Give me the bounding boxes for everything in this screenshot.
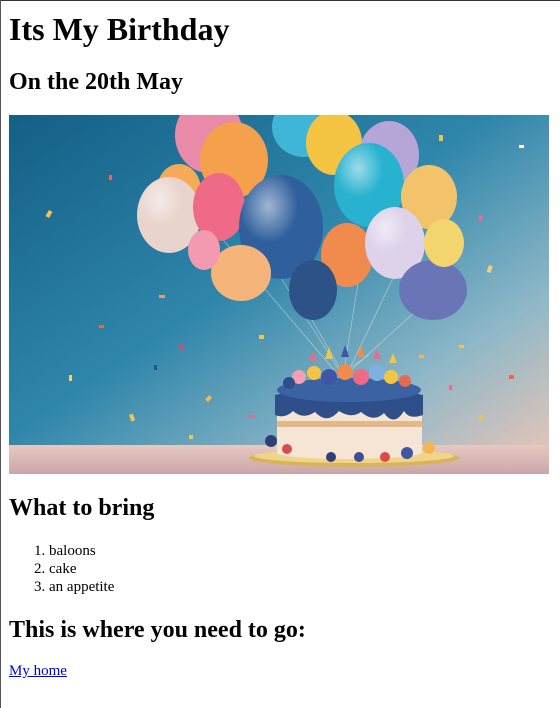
location-heading: This is where you need to go: [9,617,306,643]
window-left-border [0,0,1,708]
list-item: an appetite [49,578,114,596]
window-top-border [0,0,560,1]
my-home-link[interactable]: My home [9,663,67,680]
birthday-cake-balloons-image [9,115,549,474]
what-to-bring-heading: What to bring [9,495,155,521]
list-item: baloons [49,542,114,560]
event-date-heading: On the 20th May [9,69,183,95]
page-title: Its My Birthday [9,11,230,47]
list-item: cake [49,560,114,578]
bring-list: baloons cake an appetite [9,542,114,596]
